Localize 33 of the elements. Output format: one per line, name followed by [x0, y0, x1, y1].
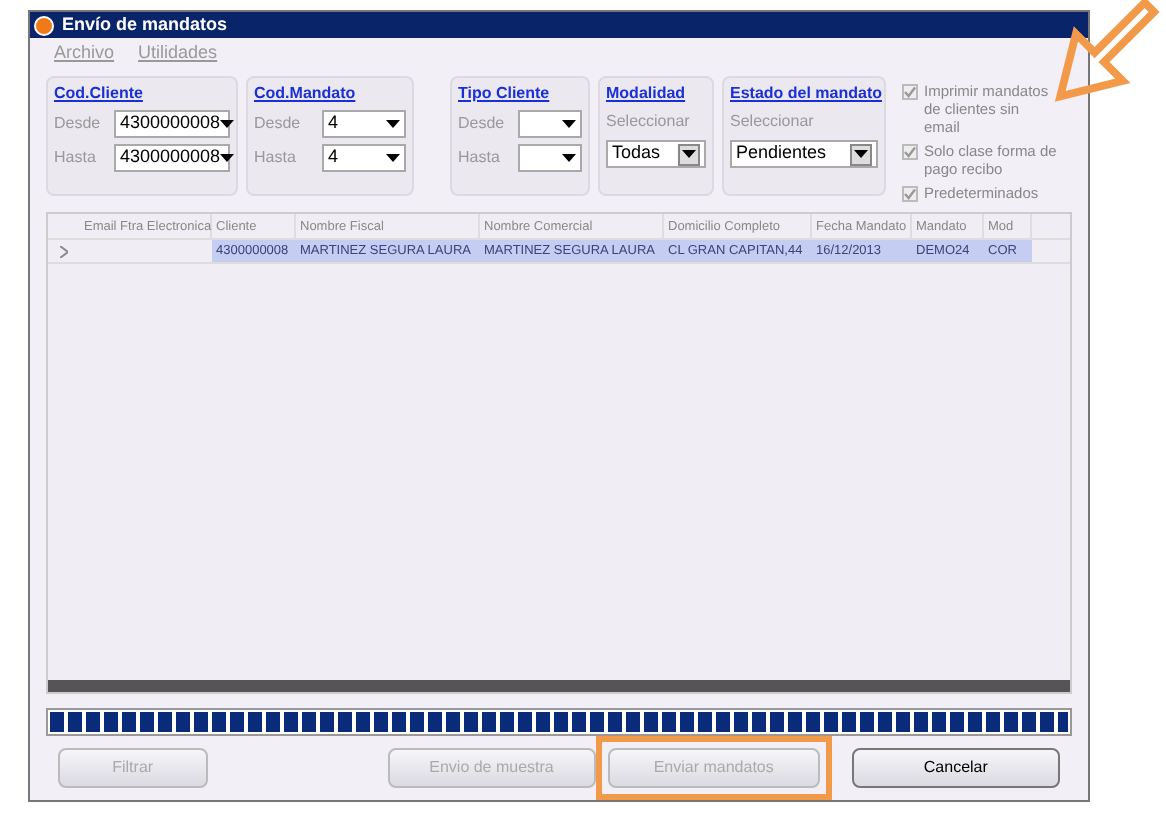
- field-label: Hasta: [254, 146, 296, 170]
- field-label: Desde: [54, 112, 101, 136]
- caret-icon: [562, 120, 576, 128]
- caret-icon: [682, 150, 696, 158]
- horizontal-scrollbar[interactable]: [48, 680, 1070, 692]
- field-label: Hasta: [54, 146, 96, 170]
- dropdown-field[interactable]: [518, 110, 582, 138]
- field-label: Hasta: [458, 146, 500, 170]
- field-label: Desde: [458, 112, 505, 136]
- field-label: Seleccionar: [606, 110, 692, 134]
- dropdown-field[interactable]: 4300000008: [114, 110, 230, 138]
- dropdown-field[interactable]: [518, 144, 582, 172]
- window-title: Envío de mandatos: [62, 11, 228, 38]
- caret-icon: [386, 154, 400, 162]
- caret-icon: [220, 120, 235, 128]
- filter-title[interactable]: Estado del mandato: [730, 82, 883, 104]
- filter-title[interactable]: Modalidad: [606, 82, 686, 104]
- filter-title[interactable]: Cod.Cliente: [54, 82, 143, 104]
- dropdown-field[interactable]: 4: [322, 110, 406, 138]
- dropdown-field[interactable]: Todas: [606, 140, 706, 168]
- caret-icon: [220, 154, 235, 162]
- dropdown-field[interactable]: 4300000008: [114, 144, 230, 172]
- app-icon: [34, 15, 54, 35]
- caret-icon: [854, 150, 868, 158]
- filter-title[interactable]: Cod.Mandato: [254, 82, 356, 104]
- field-label: Desde: [254, 112, 301, 136]
- dropdown-field[interactable]: 4: [322, 144, 406, 172]
- field-label: Seleccionar: [730, 110, 816, 134]
- dropdown-field[interactable]: Pendientes: [730, 140, 878, 168]
- filter-title[interactable]: Tipo Cliente: [458, 82, 550, 104]
- caret-icon: [562, 154, 576, 162]
- caret-icon: [386, 120, 400, 128]
- button[interactable]: Cancelar: [851, 748, 1060, 788]
